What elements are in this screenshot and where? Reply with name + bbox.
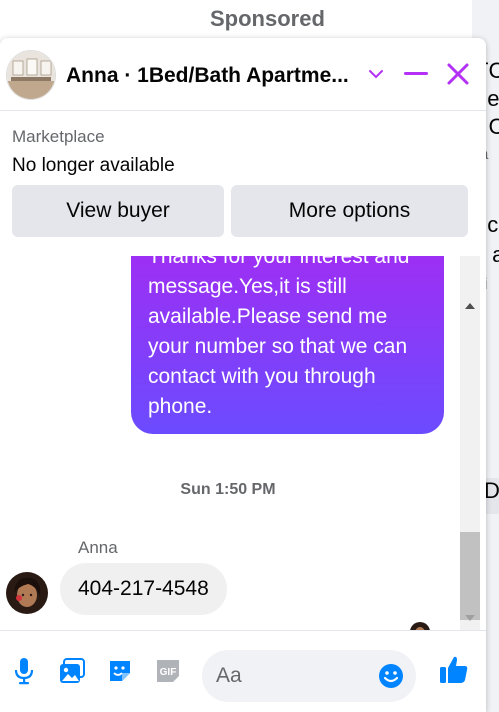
sponsored-label: Sponsored <box>210 6 325 31</box>
emoji-icon[interactable] <box>378 663 404 689</box>
more-options-button[interactable]: More options <box>231 185 468 237</box>
sender-name: Anna <box>78 538 118 557</box>
outgoing-message-bubble: Thanks for your interest and message.Yes… <box>131 256 444 434</box>
scroll-down-icon[interactable] <box>464 612 476 624</box>
view-buyer-button[interactable]: View buyer <box>12 185 224 237</box>
chevron-down-icon[interactable] <box>362 60 390 88</box>
listing-status: No longer available <box>12 155 175 176</box>
chat-header: Anna · 1Bed/Bath Apartme... <box>0 38 486 111</box>
minimize-icon[interactable] <box>402 60 430 88</box>
listing-thumbnail[interactable] <box>6 50 56 100</box>
microphone-icon[interactable] <box>10 657 38 685</box>
scrollbar-thumb[interactable] <box>460 532 480 620</box>
sticker-icon[interactable] <box>106 657 134 685</box>
listing-info: Marketplace No longer available View buy… <box>0 111 486 255</box>
scroll-up-icon[interactable] <box>464 300 476 312</box>
marketplace-label: Marketplace <box>12 127 105 146</box>
chat-title[interactable]: Anna · 1Bed/Bath Apartme... <box>66 64 358 88</box>
gif-icon[interactable]: GIF <box>154 657 182 685</box>
thumbs-up-icon[interactable] <box>438 653 470 685</box>
chat-window: Anna · 1Bed/Bath Apartme... Marketplace … <box>0 38 486 712</box>
message-composer: GIF <box>0 630 486 712</box>
incoming-message-bubble: 404-217-4548 <box>60 563 227 615</box>
photo-icon[interactable] <box>58 657 86 685</box>
message-list[interactable]: Thanks for your interest and message.Yes… <box>0 256 486 630</box>
message-timestamp: Sun 1:50 PM <box>180 481 276 498</box>
svg-text:GIF: GIF <box>160 667 177 678</box>
close-icon[interactable] <box>444 60 472 88</box>
sender-avatar[interactable] <box>6 572 48 614</box>
seen-receipt-avatar <box>410 622 430 630</box>
